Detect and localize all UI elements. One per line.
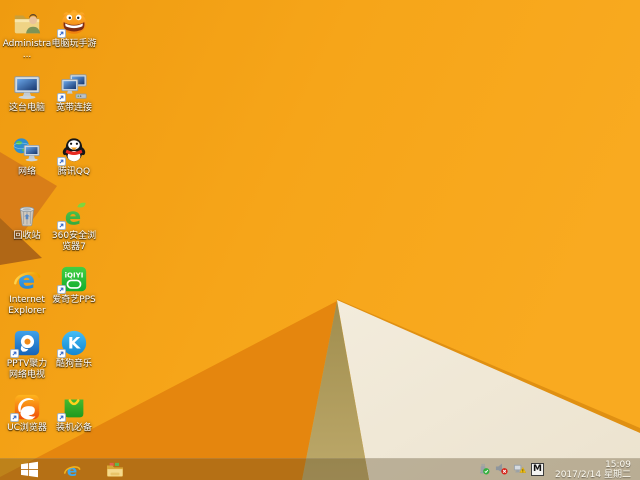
desktop-icon-broadband[interactable]: 宽带连接 bbox=[49, 70, 99, 114]
desktop-icon-label: UC浏览器 bbox=[7, 423, 47, 433]
desktop-icon-iqiyi[interactable]: iQIYI 爱奇艺PPS bbox=[49, 262, 99, 306]
shortcut-arrow-icon bbox=[57, 221, 66, 230]
desktop-icon-pc-play-mobile-games[interactable]: 电脑玩手游 bbox=[49, 6, 99, 50]
svg-text:e: e bbox=[67, 461, 77, 478]
taskbar-clock[interactable]: 15:09 2017/2/14 星期二 bbox=[555, 460, 634, 480]
shortcut-arrow-icon bbox=[57, 29, 66, 38]
network-warning-icon[interactable] bbox=[513, 460, 527, 479]
desktop-icon-label: 装机必备 bbox=[55, 423, 92, 433]
desktop-icon-label: 这台电脑 bbox=[8, 103, 45, 113]
recycle-bin-icon bbox=[10, 198, 44, 230]
shortcut-arrow-icon bbox=[57, 349, 66, 358]
ie-blue-e-icon: e bbox=[10, 262, 44, 294]
network-globe-icon bbox=[10, 134, 44, 166]
clock-time: 15:09 bbox=[605, 459, 631, 470]
iqiyi-green-icon: iQIYI bbox=[57, 262, 91, 294]
desktop-icon-recycle-bin[interactable]: 回收站 bbox=[2, 198, 52, 242]
svg-text:K: K bbox=[68, 334, 81, 353]
windows-flag-icon bbox=[20, 461, 38, 478]
desktop-icon-label: 回收站 bbox=[13, 231, 41, 241]
desktop-icon-label: 腾讯QQ bbox=[57, 167, 91, 177]
desktop-icon-label: Administra... bbox=[2, 39, 52, 60]
pptv-swirl-icon bbox=[10, 326, 44, 358]
svg-text:e: e bbox=[18, 265, 35, 294]
start-button[interactable] bbox=[17, 460, 41, 480]
desktop-icon-this-pc[interactable]: 这台电脑 bbox=[2, 70, 52, 114]
desktop-icons: Administra... 电脑玩手游 这台电脑 宽带连接 网络 腾讯QQ 回收… bbox=[0, 0, 640, 480]
desktop-icon-internet-explorer[interactable]: e Internet Explorer bbox=[2, 262, 52, 316]
taskbar-ie-button[interactable]: e bbox=[60, 460, 84, 480]
shortcut-arrow-icon bbox=[57, 285, 66, 294]
desktop-icon-uc-browser[interactable]: UC浏览器 bbox=[2, 390, 52, 434]
desktop-icon-label: 爱奇艺PPS bbox=[52, 295, 96, 305]
desktop-icon-qq[interactable]: 腾讯QQ bbox=[49, 134, 99, 178]
system-tray: M 15:09 2017/2/14 星期二 bbox=[477, 460, 640, 480]
desktop-icon-label: 酷狗音乐 bbox=[55, 359, 92, 369]
green-shopping-bag-icon bbox=[57, 390, 91, 422]
orange-monster-icon bbox=[57, 6, 91, 38]
user-folder-icon bbox=[10, 6, 44, 38]
shortcut-arrow-icon bbox=[57, 413, 66, 422]
shortcut-arrow-icon bbox=[57, 93, 66, 102]
desktop-icon-administrator[interactable]: Administra... bbox=[2, 6, 52, 60]
kugou-k-icon: K bbox=[57, 326, 91, 358]
qq-penguin-icon bbox=[57, 134, 91, 166]
desktop-icon-network[interactable]: 网络 bbox=[2, 134, 52, 178]
desktop-icon-label: 电脑玩手游 bbox=[51, 39, 97, 49]
clock-date: 2017/2/14 星期二 bbox=[554, 469, 631, 480]
file-explorer-icon bbox=[107, 462, 123, 477]
uc-squirrel-icon bbox=[10, 390, 44, 422]
safely-remove-hardware-icon[interactable] bbox=[477, 460, 490, 479]
shortcut-arrow-icon bbox=[57, 157, 66, 166]
volume-muted-icon[interactable] bbox=[495, 460, 508, 479]
ie-icon: e bbox=[64, 461, 81, 479]
taskbar-file-explorer-button[interactable] bbox=[103, 460, 127, 480]
svg-text:iQIYI: iQIYI bbox=[65, 271, 84, 280]
desktop-icon-essentials[interactable]: 装机必备 bbox=[49, 390, 99, 434]
desktop-screen: Administra... 电脑玩手游 这台电脑 宽带连接 网络 腾讯QQ 回收… bbox=[0, 0, 640, 480]
ime-indicator[interactable]: M bbox=[530, 463, 544, 476]
taskbar: e M 15:09 2017/2/14 星期二 bbox=[0, 458, 640, 480]
shortcut-arrow-icon bbox=[10, 349, 19, 358]
shortcut-arrow-icon bbox=[10, 413, 19, 422]
360-green-e-icon: e bbox=[57, 198, 91, 230]
desktop-icon-360-browser[interactable]: e 360安全浏览器7 bbox=[49, 198, 99, 252]
desktop-icon-label: 网络 bbox=[17, 167, 36, 177]
desktop-icon-label: Internet Explorer bbox=[8, 295, 46, 316]
desktop-icon-label: 宽带连接 bbox=[55, 103, 92, 113]
desktop-icon-kugou[interactable]: K 酷狗音乐 bbox=[49, 326, 99, 370]
computer-monitor-icon bbox=[10, 70, 44, 102]
desktop-icon-label: 360安全浏览器7 bbox=[51, 231, 97, 252]
desktop-icon-label: PPTV聚力 网络电视 bbox=[6, 359, 48, 380]
desktop-icon-pptv[interactable]: PPTV聚力 网络电视 bbox=[2, 326, 52, 380]
broadband-connection-icon bbox=[57, 70, 91, 102]
